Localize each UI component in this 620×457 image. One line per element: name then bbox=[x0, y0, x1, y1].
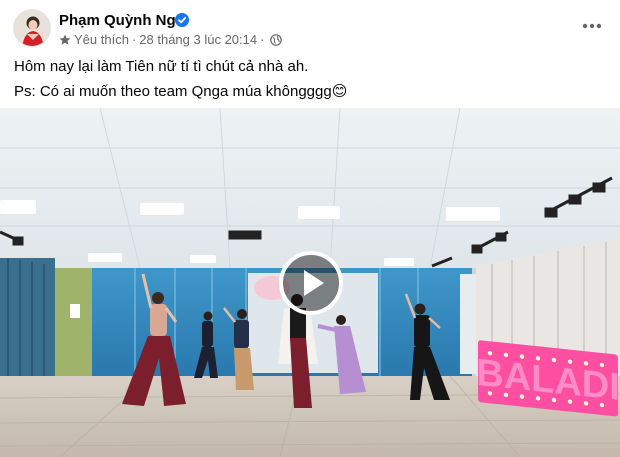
author-avatar[interactable] bbox=[13, 9, 51, 47]
play-button[interactable] bbox=[279, 251, 343, 315]
author-name[interactable]: Phạm Quỳnh Nga bbox=[59, 12, 184, 29]
play-icon bbox=[304, 270, 324, 296]
star-icon bbox=[59, 34, 71, 45]
meta-separator: · bbox=[131, 32, 137, 47]
facebook-post: Phạm Quỳnh Nga Yêu thích · 28 tháng 3 lú… bbox=[0, 0, 620, 457]
verified-badge-icon bbox=[175, 13, 189, 27]
post-timestamp[interactable]: 28 tháng 3 lúc 20:14 bbox=[139, 32, 257, 47]
post-text-line-1: Hôm nay lại làm Tiên nữ tí tì chút cả nh… bbox=[14, 58, 309, 75]
avatar-image bbox=[14, 10, 50, 46]
meta-separator-2: · bbox=[260, 32, 265, 47]
post-meta: Yêu thích · 28 tháng 3 lúc 20:14 · bbox=[59, 32, 283, 47]
more-options-icon[interactable] bbox=[578, 16, 606, 36]
globe-icon[interactable] bbox=[270, 33, 283, 46]
post-text-line-2: Ps: Có ai muốn theo team Qnga múa khôngg… bbox=[14, 83, 348, 100]
audience-label[interactable]: Yêu thích bbox=[74, 32, 129, 47]
